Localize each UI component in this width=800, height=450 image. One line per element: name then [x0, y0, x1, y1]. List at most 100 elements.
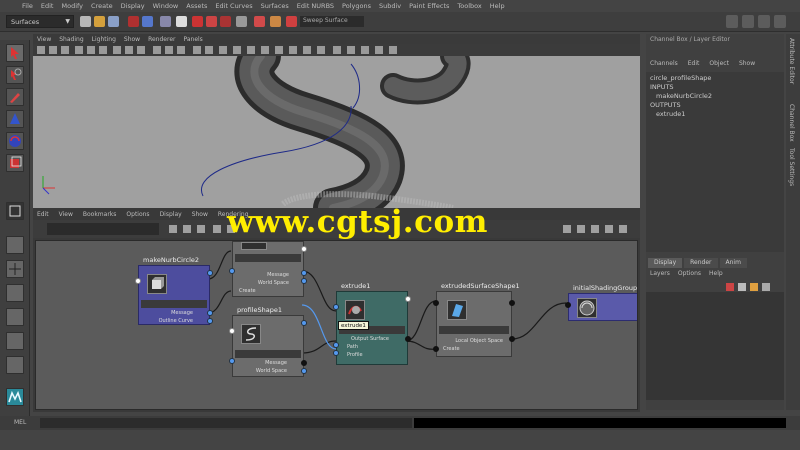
mode-select[interactable]: Surfaces ▼ [6, 15, 74, 28]
node-initial-shading-group[interactable]: initialShadingGroup [565, 284, 637, 321]
snap-curve-icon[interactable] [206, 16, 217, 27]
output-port[interactable] [301, 368, 307, 374]
channel-box-toggle-icon[interactable] [758, 15, 770, 28]
vp-menu-renderer[interactable]: Renderer [148, 36, 175, 43]
layout-hypergraph-icon[interactable] [6, 356, 24, 374]
new-scene-icon[interactable] [80, 16, 91, 27]
output-port[interactable] [509, 336, 515, 342]
menu-assets[interactable]: Assets [186, 2, 207, 10]
tab-channels[interactable]: Channels [650, 60, 678, 70]
menu-subdiv[interactable]: Subdiv [379, 2, 401, 10]
last-tool-icon[interactable] [6, 202, 24, 220]
tab-display[interactable]: Display [648, 258, 683, 268]
snap-view-icon[interactable] [236, 16, 247, 27]
history-icon[interactable] [254, 16, 265, 27]
side-tab-channel-box[interactable]: Channel Box [788, 104, 795, 142]
layout-single-icon[interactable] [6, 236, 24, 254]
scale-tool-icon[interactable] [6, 154, 24, 172]
output-port[interactable] [207, 270, 213, 276]
output-port[interactable] [301, 270, 307, 276]
select-hierarchy-icon[interactable] [128, 16, 139, 27]
snap-grid-icon[interactable] [192, 16, 203, 27]
viewport-canvas[interactable] [33, 56, 640, 208]
output-port[interactable] [207, 318, 213, 324]
vp-menu-view[interactable]: View [37, 36, 51, 43]
tab-edit[interactable]: Edit [688, 60, 700, 70]
tab-object[interactable]: Object [709, 60, 729, 70]
tab-render[interactable]: Render [684, 258, 718, 268]
ipr-render-icon[interactable] [286, 16, 297, 27]
input-port[interactable] [565, 302, 571, 308]
menu-create[interactable]: Create [91, 2, 113, 10]
rotate-tool-icon[interactable] [6, 132, 24, 150]
hypergraph-canvas[interactable]: makeNurbCircle2 Message Outline Curve Me… [35, 240, 638, 410]
layout-outliner-icon[interactable] [6, 308, 24, 326]
output-port[interactable] [301, 246, 307, 252]
hg-menu-edit[interactable]: Edit [37, 211, 49, 218]
input-port[interactable] [433, 300, 439, 306]
layer-editor-toggle-icon[interactable] [774, 15, 786, 28]
layout-four-icon[interactable] [6, 260, 24, 278]
side-tab-attribute-editor[interactable]: Attribute Editor [788, 38, 795, 84]
layout-graph-icon[interactable] [6, 332, 24, 350]
tool-settings-toggle-icon[interactable] [742, 15, 754, 28]
tab-show[interactable]: Show [739, 60, 755, 70]
input-port[interactable] [229, 358, 235, 364]
output-port[interactable] [405, 336, 411, 342]
command-language-label[interactable]: MEL [14, 419, 26, 426]
hg-menu-bookmarks[interactable]: Bookmarks [83, 211, 117, 218]
menu-modify[interactable]: Modify [61, 2, 83, 10]
output-port[interactable] [301, 360, 307, 366]
output-port[interactable] [509, 300, 515, 306]
input-node-item[interactable]: makeNurbCircle2 [650, 92, 780, 101]
hg-menu-display[interactable]: Display [160, 211, 182, 218]
menu-window[interactable]: Window [153, 2, 179, 10]
lasso-tool-icon[interactable] [6, 66, 24, 84]
input-port[interactable] [333, 342, 339, 348]
input-port[interactable] [433, 346, 439, 352]
hg-menu-options[interactable]: Options [126, 211, 149, 218]
input-port[interactable] [229, 268, 235, 274]
menu-edit[interactable]: Edit [41, 2, 54, 10]
menu-edit-nurbs[interactable]: Edit NURBS [297, 2, 334, 10]
side-tab-tool-settings[interactable]: Tool Settings [788, 148, 795, 186]
menu-polygons[interactable]: Polygons [342, 2, 371, 10]
select-object-icon[interactable] [142, 16, 153, 27]
select-component-icon[interactable] [160, 16, 171, 27]
move-tool-icon[interactable] [6, 110, 24, 128]
node-profile-shape[interactable]: profileShape1 Message World Space [229, 306, 307, 377]
input-port[interactable] [333, 304, 339, 310]
menu-edit-curves[interactable]: Edit Curves [215, 2, 252, 10]
output-port[interactable] [405, 296, 411, 302]
selected-object-name[interactable]: circle_profileShape [650, 74, 780, 83]
input-port[interactable] [229, 328, 235, 334]
select-tool-icon[interactable] [6, 44, 24, 62]
layer-menu-layers[interactable]: Layers [650, 270, 670, 280]
menu-file[interactable]: File [22, 2, 33, 10]
mask-icon[interactable] [176, 16, 187, 27]
layer-menu-options[interactable]: Options [678, 270, 701, 280]
node-make-nurb-circle[interactable]: makeNurbCircle2 Message Outline Curve [135, 256, 213, 325]
snap-point-icon[interactable] [220, 16, 231, 27]
command-input[interactable] [40, 418, 412, 428]
menu-surfaces[interactable]: Surfaces [261, 2, 289, 10]
render-icon[interactable] [270, 16, 281, 27]
layer-list[interactable] [646, 292, 784, 400]
output-node-item[interactable]: extrude1 [650, 110, 780, 119]
quick-input-field[interactable]: Sweep Surface [300, 16, 364, 27]
menu-paint-effects[interactable]: Paint Effects [409, 2, 449, 10]
vp-menu-shading[interactable]: Shading [59, 36, 83, 43]
attribute-editor-toggle-icon[interactable] [726, 15, 738, 28]
menu-toolbox[interactable]: Toolbox [457, 2, 481, 10]
layer-menu-help[interactable]: Help [709, 270, 723, 280]
save-scene-icon[interactable] [108, 16, 119, 27]
input-port[interactable] [135, 278, 141, 284]
output-port[interactable] [301, 278, 307, 284]
paint-select-tool-icon[interactable] [6, 88, 24, 106]
vp-menu-show[interactable]: Show [124, 36, 140, 43]
tab-anim[interactable]: Anim [719, 258, 747, 268]
open-scene-icon[interactable] [94, 16, 105, 27]
output-port[interactable] [301, 320, 307, 326]
vp-menu-lighting[interactable]: Lighting [92, 36, 116, 43]
menu-display[interactable]: Display [121, 2, 145, 10]
